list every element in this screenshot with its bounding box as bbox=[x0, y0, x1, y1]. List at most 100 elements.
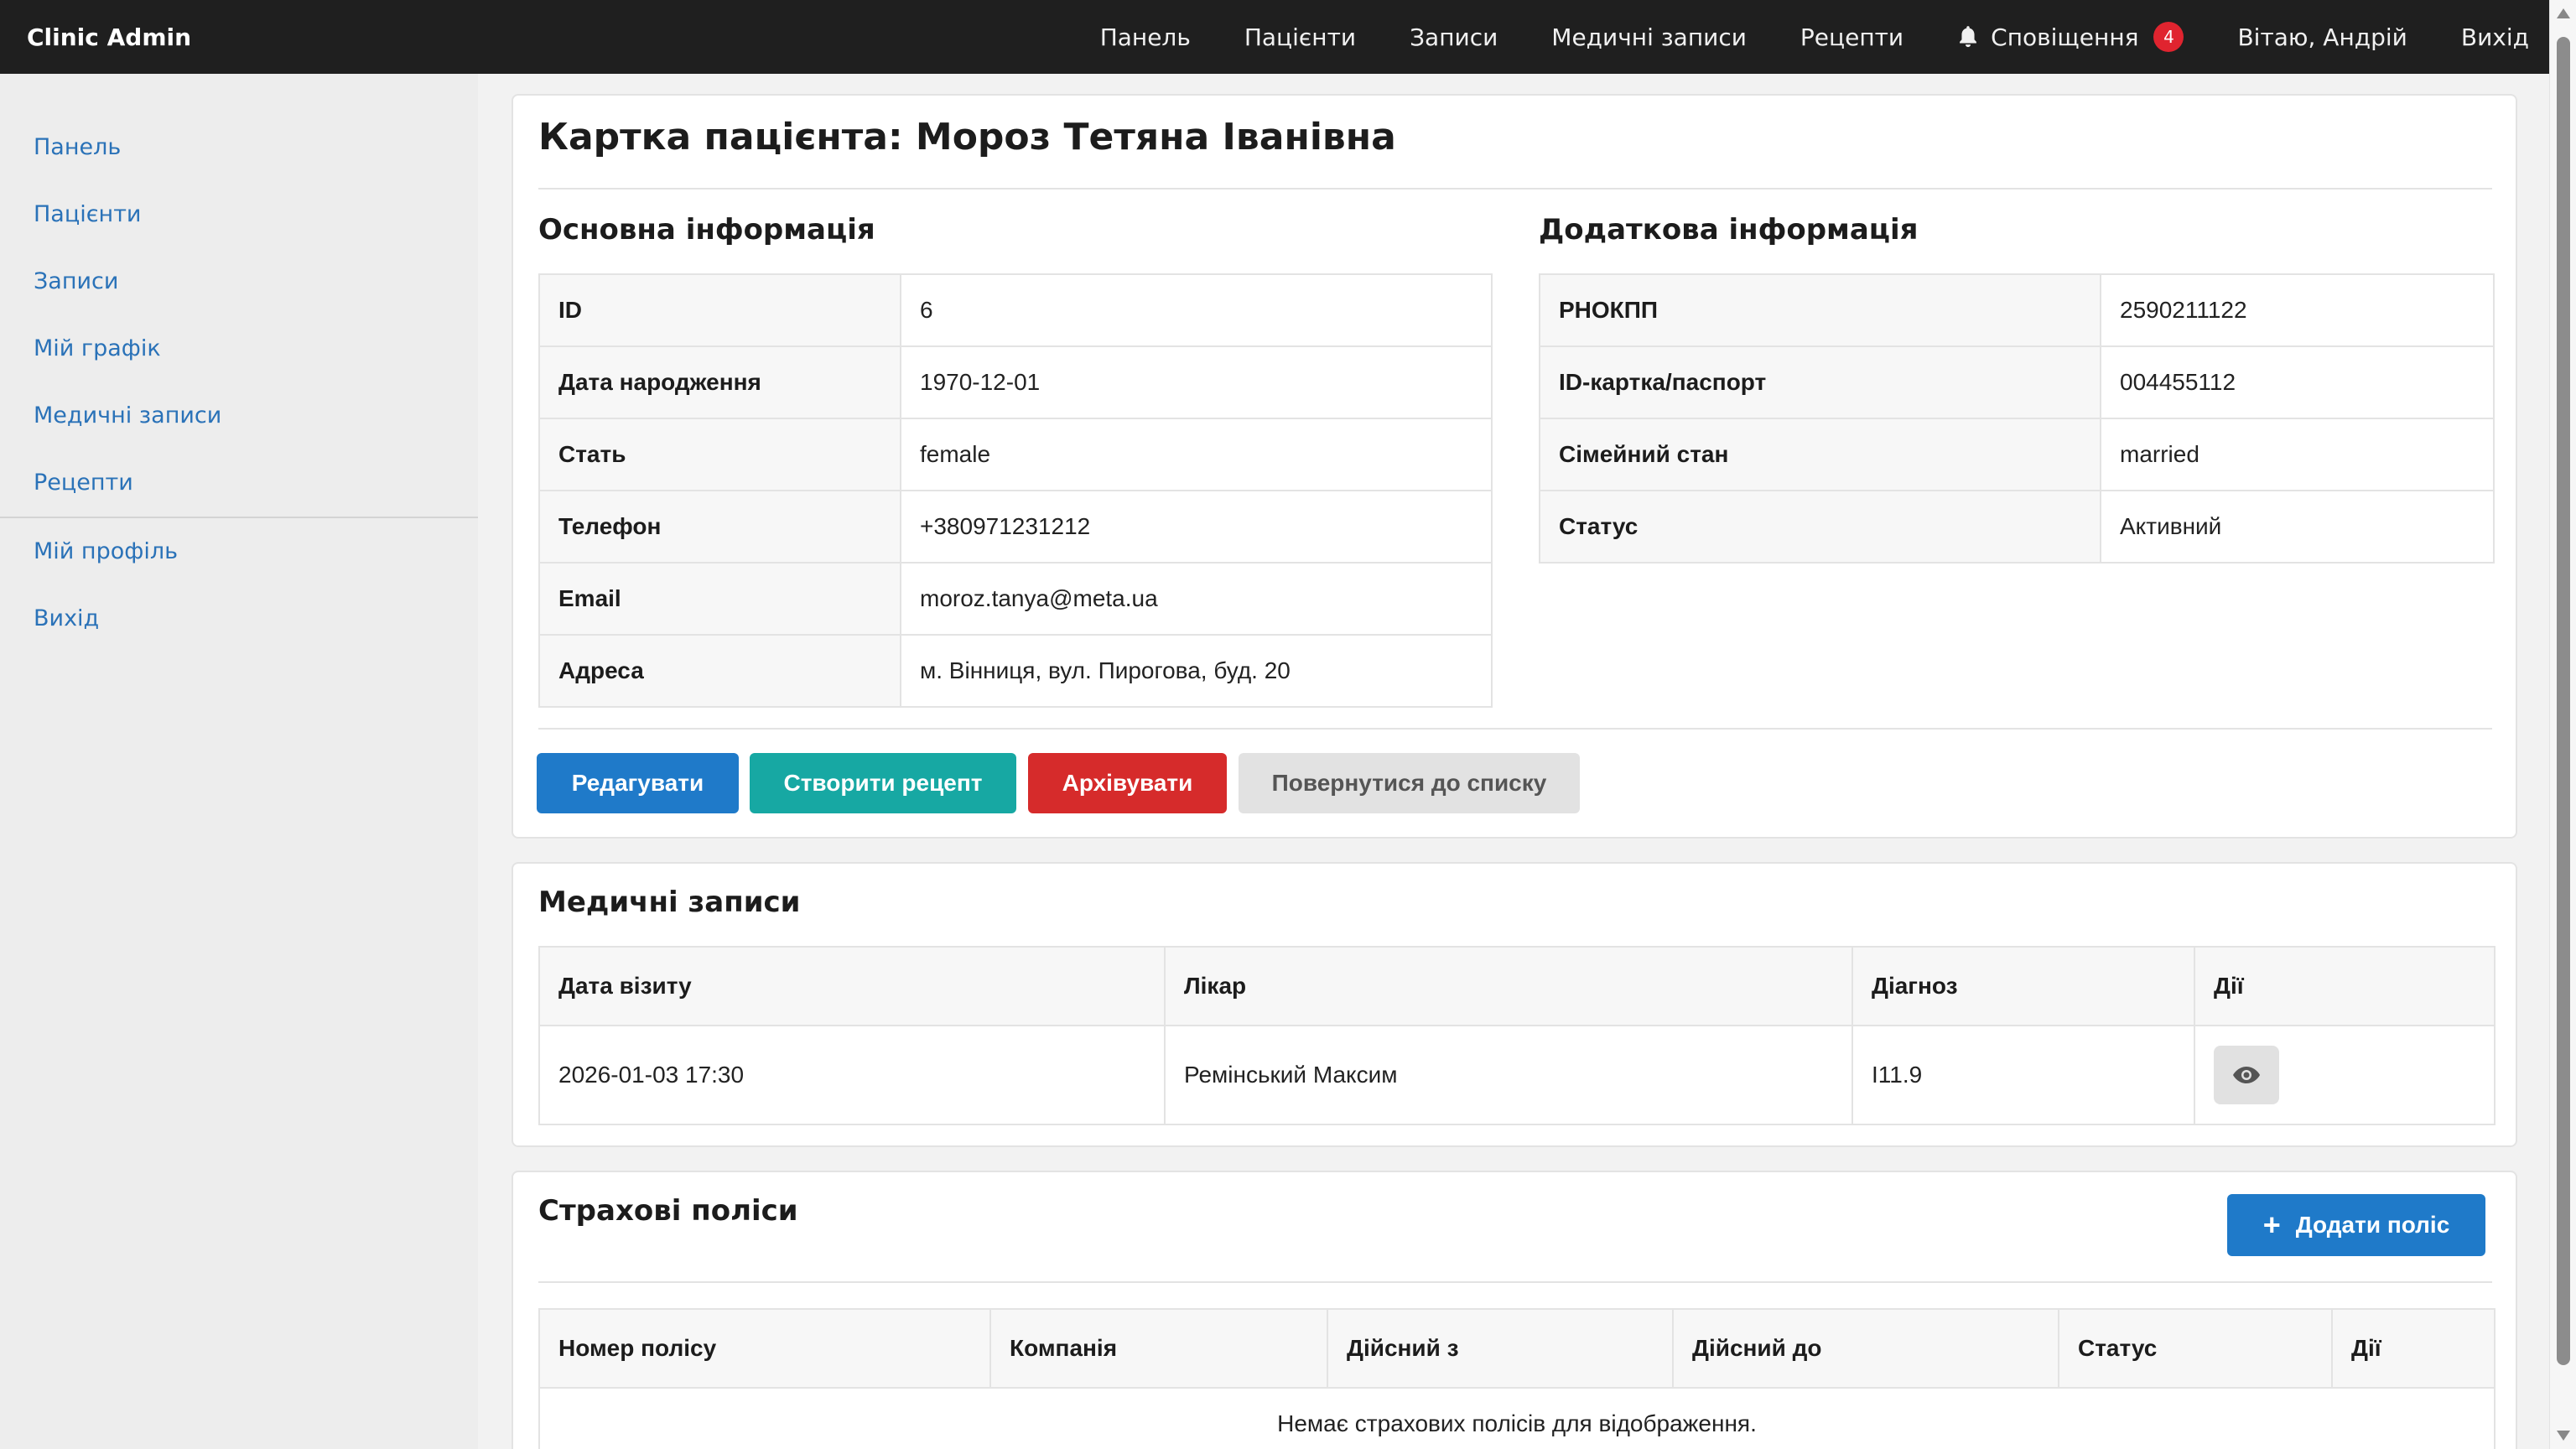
page-title: Картка пацієнта: Мороз Тетяна Іванівна bbox=[538, 116, 1396, 158]
table-row: Телефон +380971231212 bbox=[538, 490, 1493, 564]
table-row: Немає страхових полісів для відображення… bbox=[538, 1387, 2496, 1449]
info-value: married bbox=[2100, 418, 2495, 491]
info-value: м. Вінниця, вул. Пирогова, буд. 20 bbox=[900, 634, 1493, 708]
brand-logo[interactable]: Clinic Admin bbox=[27, 23, 1046, 51]
info-value: moroz.tanya@meta.ua bbox=[900, 562, 1493, 636]
column-header[interactable]: Статус bbox=[2058, 1308, 2333, 1389]
sidebar: Панель Пацієнти Записи Мій графік Медичн… bbox=[0, 74, 478, 1449]
create-prescription-button[interactable]: Створити рецепт bbox=[750, 753, 1016, 813]
notifications-label: Сповіщення bbox=[1991, 23, 2139, 51]
column-header[interactable]: Компанія bbox=[989, 1308, 1328, 1389]
table-row: Адреса м. Вінниця, вул. Пирогова, буд. 20 bbox=[538, 634, 1493, 708]
sidebar-item-patients[interactable]: Пацієнти bbox=[34, 201, 141, 227]
bell-icon bbox=[1960, 26, 1977, 48]
notifications-count-badge: 4 bbox=[2153, 22, 2184, 52]
medical-records-heading: Медичні записи bbox=[538, 886, 801, 919]
view-record-button[interactable] bbox=[2214, 1046, 2279, 1104]
insurance-policies-table: Номер полісу Компанія Дійсний з Дійсний … bbox=[538, 1308, 2496, 1449]
insurance-policies-heading: Страхові поліси bbox=[538, 1194, 798, 1228]
column-header[interactable]: Лікар bbox=[1164, 946, 1853, 1026]
patient-card: Картка пацієнта: Мороз Тетяна Іванівна О… bbox=[512, 94, 2517, 839]
info-label: Адреса bbox=[538, 634, 901, 708]
add-policy-button[interactable]: + Додати поліс bbox=[2227, 1194, 2485, 1256]
top-nav: Панель Пацієнти Записи Медичні записи Ре… bbox=[1046, 0, 2529, 74]
table-row: 2026-01-03 17:30 Ремінський Максим I11.9 bbox=[538, 1025, 2496, 1125]
sidebar-item-my-profile[interactable]: Мій профіль bbox=[34, 538, 178, 564]
archive-button[interactable]: Архівувати bbox=[1028, 753, 1227, 813]
basic-info-heading: Основна інформація bbox=[538, 213, 875, 247]
info-value: 2590211122 bbox=[2100, 273, 2495, 347]
table-header-row: Номер полісу Компанія Дійсний з Дійсний … bbox=[538, 1308, 2496, 1389]
sidebar-item-medical-records[interactable]: Медичні записи bbox=[34, 402, 221, 428]
table-row: Дата народження 1970-12-01 bbox=[538, 345, 1493, 419]
sidebar-item-appointments[interactable]: Записи bbox=[34, 268, 118, 294]
table-row: Статус Активний bbox=[1539, 490, 2495, 564]
table-row: ID 6 bbox=[538, 273, 1493, 347]
info-label: Сімейний стан bbox=[1539, 418, 2101, 491]
doctor-cell: Ремінський Максим bbox=[1164, 1025, 1853, 1125]
info-value: +380971231212 bbox=[900, 490, 1493, 564]
add-policy-label: Додати поліс bbox=[2295, 1212, 2450, 1238]
top-navbar: Clinic Admin Панель Пацієнти Записи Меди… bbox=[0, 0, 2549, 74]
scroll-down-arrow-icon[interactable] bbox=[2557, 1431, 2570, 1441]
column-header[interactable]: Дійсний до bbox=[1672, 1308, 2059, 1389]
eye-icon bbox=[2233, 1067, 2260, 1083]
actions-divider bbox=[538, 728, 2492, 730]
page-scrollbar[interactable] bbox=[2549, 0, 2576, 1449]
basic-info-table: ID 6 Дата народження 1970-12-01 Стать femal… bbox=[538, 273, 1493, 708]
info-value: 6 bbox=[900, 273, 1493, 347]
sidebar-divider bbox=[0, 517, 478, 518]
policies-divider bbox=[538, 1281, 2492, 1283]
top-nav-patients[interactable]: Пацієнти bbox=[1244, 23, 1356, 51]
table-header-row: Дата візиту Лікар Діагноз Дії bbox=[538, 946, 2496, 1026]
table-row: Email moroz.tanya@meta.ua bbox=[538, 562, 1493, 636]
back-to-list-button[interactable]: Повернутися до списку bbox=[1239, 753, 1580, 813]
info-label: Email bbox=[538, 562, 901, 636]
scrollbar-thumb[interactable] bbox=[2557, 37, 2570, 1365]
edit-button[interactable]: Редагувати bbox=[537, 753, 739, 813]
info-label: ID-картка/паспорт bbox=[1539, 345, 2101, 419]
empty-state-message: Немає страхових полісів для відображення… bbox=[538, 1387, 2496, 1449]
title-divider bbox=[538, 188, 2492, 190]
medical-records-card: Медичні записи Дата візиту Лікар Діагноз… bbox=[512, 862, 2517, 1147]
info-value: 1970-12-01 bbox=[900, 345, 1493, 419]
top-nav-appointments[interactable]: Записи bbox=[1410, 23, 1498, 51]
visit-date-cell: 2026-01-03 17:30 bbox=[538, 1025, 1166, 1125]
table-row: Стать female bbox=[538, 418, 1493, 491]
sidebar-item-logout[interactable]: Вихід bbox=[34, 605, 99, 631]
column-header[interactable]: Дата візиту bbox=[538, 946, 1166, 1026]
extra-info-heading: Додаткова інформація bbox=[1539, 213, 1919, 247]
medical-records-table: Дата візиту Лікар Діагноз Дії 2026-01-03… bbox=[538, 946, 2496, 1125]
insurance-policies-card: Страхові поліси + Додати поліс Номер пол… bbox=[512, 1171, 2517, 1449]
plus-icon: + bbox=[2262, 1208, 2281, 1242]
top-nav-prescriptions[interactable]: Рецепти bbox=[1800, 23, 1903, 51]
info-label: Стать bbox=[538, 418, 901, 491]
info-label: РНОКПП bbox=[1539, 273, 2101, 347]
column-header: Дії bbox=[2194, 946, 2496, 1026]
extra-info-table: РНОКПП 2590211122 ID-картка/паспорт 004455… bbox=[1539, 273, 2495, 564]
user-greeting[interactable]: Вітаю, Андрій bbox=[2237, 23, 2407, 51]
diagnosis-cell: I11.9 bbox=[1852, 1025, 2195, 1125]
table-row: РНОКПП 2590211122 bbox=[1539, 273, 2495, 347]
info-label: Дата народження bbox=[538, 345, 901, 419]
scroll-up-arrow-icon[interactable] bbox=[2557, 8, 2570, 18]
top-nav-dashboard[interactable]: Панель bbox=[1100, 23, 1191, 51]
info-label: ID bbox=[538, 273, 901, 347]
column-header: Дії bbox=[2331, 1308, 2496, 1389]
table-row: ID-картка/паспорт 004455112 bbox=[1539, 345, 2495, 419]
notifications-link[interactable]: Сповіщення 4 bbox=[1957, 22, 2184, 52]
sidebar-item-my-schedule[interactable]: Мій графік bbox=[34, 335, 161, 361]
column-header[interactable]: Номер полісу bbox=[538, 1308, 991, 1389]
actions-cell bbox=[2194, 1025, 2496, 1125]
info-label: Статус bbox=[1539, 490, 2101, 564]
sidebar-item-prescriptions[interactable]: Рецепти bbox=[34, 470, 133, 496]
info-value: 004455112 bbox=[2100, 345, 2495, 419]
column-header[interactable]: Діагноз bbox=[1852, 946, 2195, 1026]
sidebar-item-dashboard[interactable]: Панель bbox=[34, 134, 121, 160]
table-row: Сімейний стан married bbox=[1539, 418, 2495, 491]
top-nav-logout[interactable]: Вихід bbox=[2461, 23, 2529, 51]
column-header[interactable]: Дійсний з bbox=[1327, 1308, 1674, 1389]
info-value: Активний bbox=[2100, 490, 2495, 564]
top-nav-medical-records[interactable]: Медичні записи bbox=[1551, 23, 1747, 51]
info-label: Телефон bbox=[538, 490, 901, 564]
